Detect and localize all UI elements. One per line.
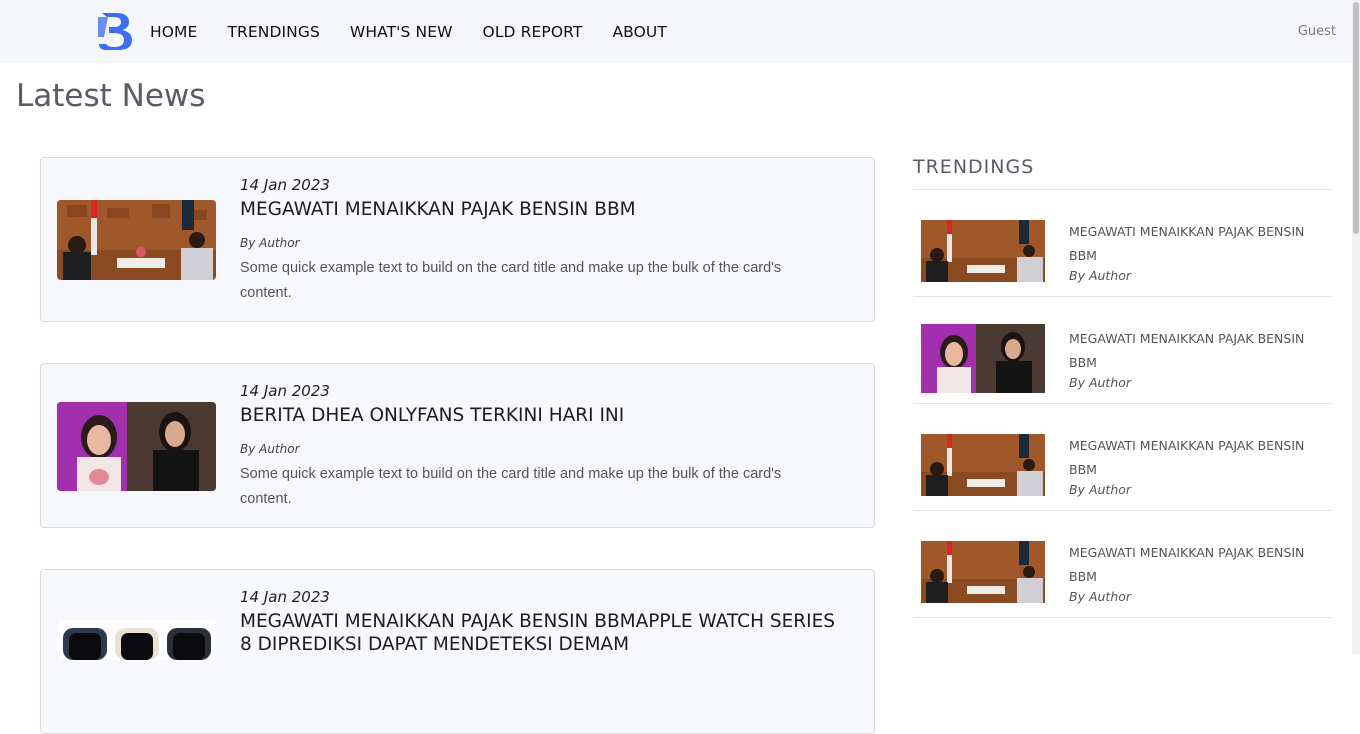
trending-item-author: By Author xyxy=(1069,482,1132,497)
news-title[interactable]: MEGAWATI MENAIKKAN PAJAK BENSIN BBM xyxy=(240,198,840,221)
nav-whats-new-link[interactable]: WHAT'S NEW xyxy=(350,23,453,41)
news-card[interactable]: 14 Jan 2023 MEGAWATI MENAIKKAN PAJAK BEN… xyxy=(40,157,875,322)
news-card-image[interactable] xyxy=(57,620,216,660)
trending-item[interactable]: MEGAWATI MENAIKKAN PAJAK BENSIN BBM By A… xyxy=(913,429,1332,535)
news-title[interactable]: MEGAWATI MENAIKKAN PAJAK BENSIN BBMAPPLE… xyxy=(240,610,840,656)
news-date: 14 Jan 2023 xyxy=(240,176,330,194)
news-date: 14 Jan 2023 xyxy=(240,382,330,400)
news-card[interactable]: 14 Jan 2023 BERITA DHEA ONLYFANS TERKINI… xyxy=(40,363,875,528)
news-excerpt: Some quick example text to build on the … xyxy=(240,260,782,301)
trending-item-author: By Author xyxy=(1069,589,1132,604)
news-title[interactable]: BERITA DHEA ONLYFANS TERKINI HARI INI xyxy=(240,404,840,427)
scrollbar-thumb[interactable] xyxy=(1353,2,1359,234)
divider xyxy=(913,510,1332,511)
main-nav: HOME TRENDINGS WHAT'S NEW OLD REPORT ABO… xyxy=(150,0,697,63)
news-card[interactable]: 14 Jan 2023 MEGAWATI MENAIKKAN PAJAK BEN… xyxy=(40,569,875,734)
trending-item[interactable]: MEGAWATI MENAIKKAN PAJAK BENSIN BBM By A… xyxy=(913,215,1332,321)
trending-item-image[interactable] xyxy=(921,324,1045,393)
page-scrollbar[interactable] xyxy=(1352,0,1360,654)
trending-item-author: By Author xyxy=(1069,268,1132,283)
trending-item-title[interactable]: MEGAWATI MENAIKKAN PAJAK BENSIN BBM xyxy=(1069,541,1319,589)
trending-item-image[interactable] xyxy=(921,220,1045,282)
news-author: By Author xyxy=(240,442,300,456)
trendings-heading: TRENDINGS xyxy=(913,156,1035,178)
page-title: Latest News xyxy=(16,78,206,114)
divider xyxy=(913,403,1332,404)
trending-item[interactable]: MEGAWATI MENAIKKAN PAJAK BENSIN BBM By A… xyxy=(913,322,1332,428)
trending-item[interactable]: MEGAWATI MENAIKKAN PAJAK BENSIN BBM By A… xyxy=(913,536,1332,642)
news-author: By Author xyxy=(240,236,300,250)
trending-item-image[interactable] xyxy=(921,541,1045,603)
trending-item-author: By Author xyxy=(1069,375,1132,390)
divider xyxy=(913,617,1332,618)
news-excerpt: Some quick example text to build on the … xyxy=(240,466,782,507)
nav-about-link[interactable]: ABOUT xyxy=(612,23,666,41)
trending-item-title[interactable]: MEGAWATI MENAIKKAN PAJAK BENSIN BBM xyxy=(1069,434,1319,482)
trending-item-title[interactable]: MEGAWATI MENAIKKAN PAJAK BENSIN BBM xyxy=(1069,327,1319,375)
trending-item-title[interactable]: MEGAWATI MENAIKKAN PAJAK BENSIN BBM xyxy=(1069,220,1319,268)
trending-item-image[interactable] xyxy=(921,434,1045,496)
news-card-image[interactable] xyxy=(57,402,216,491)
nav-old-report-link[interactable]: OLD REPORT xyxy=(483,23,583,41)
news-date: 14 Jan 2023 xyxy=(240,588,330,606)
news-card-image[interactable] xyxy=(57,200,216,280)
top-navbar: HOME TRENDINGS WHAT'S NEW OLD REPORT ABO… xyxy=(0,0,1360,63)
divider xyxy=(913,189,1332,190)
user-guest-label[interactable]: Guest xyxy=(1298,24,1336,39)
divider xyxy=(913,296,1332,297)
nav-home-link[interactable]: HOME xyxy=(150,23,197,41)
nav-trendings-link[interactable]: TRENDINGS xyxy=(227,23,319,41)
brand-logo-icon[interactable] xyxy=(96,11,134,51)
